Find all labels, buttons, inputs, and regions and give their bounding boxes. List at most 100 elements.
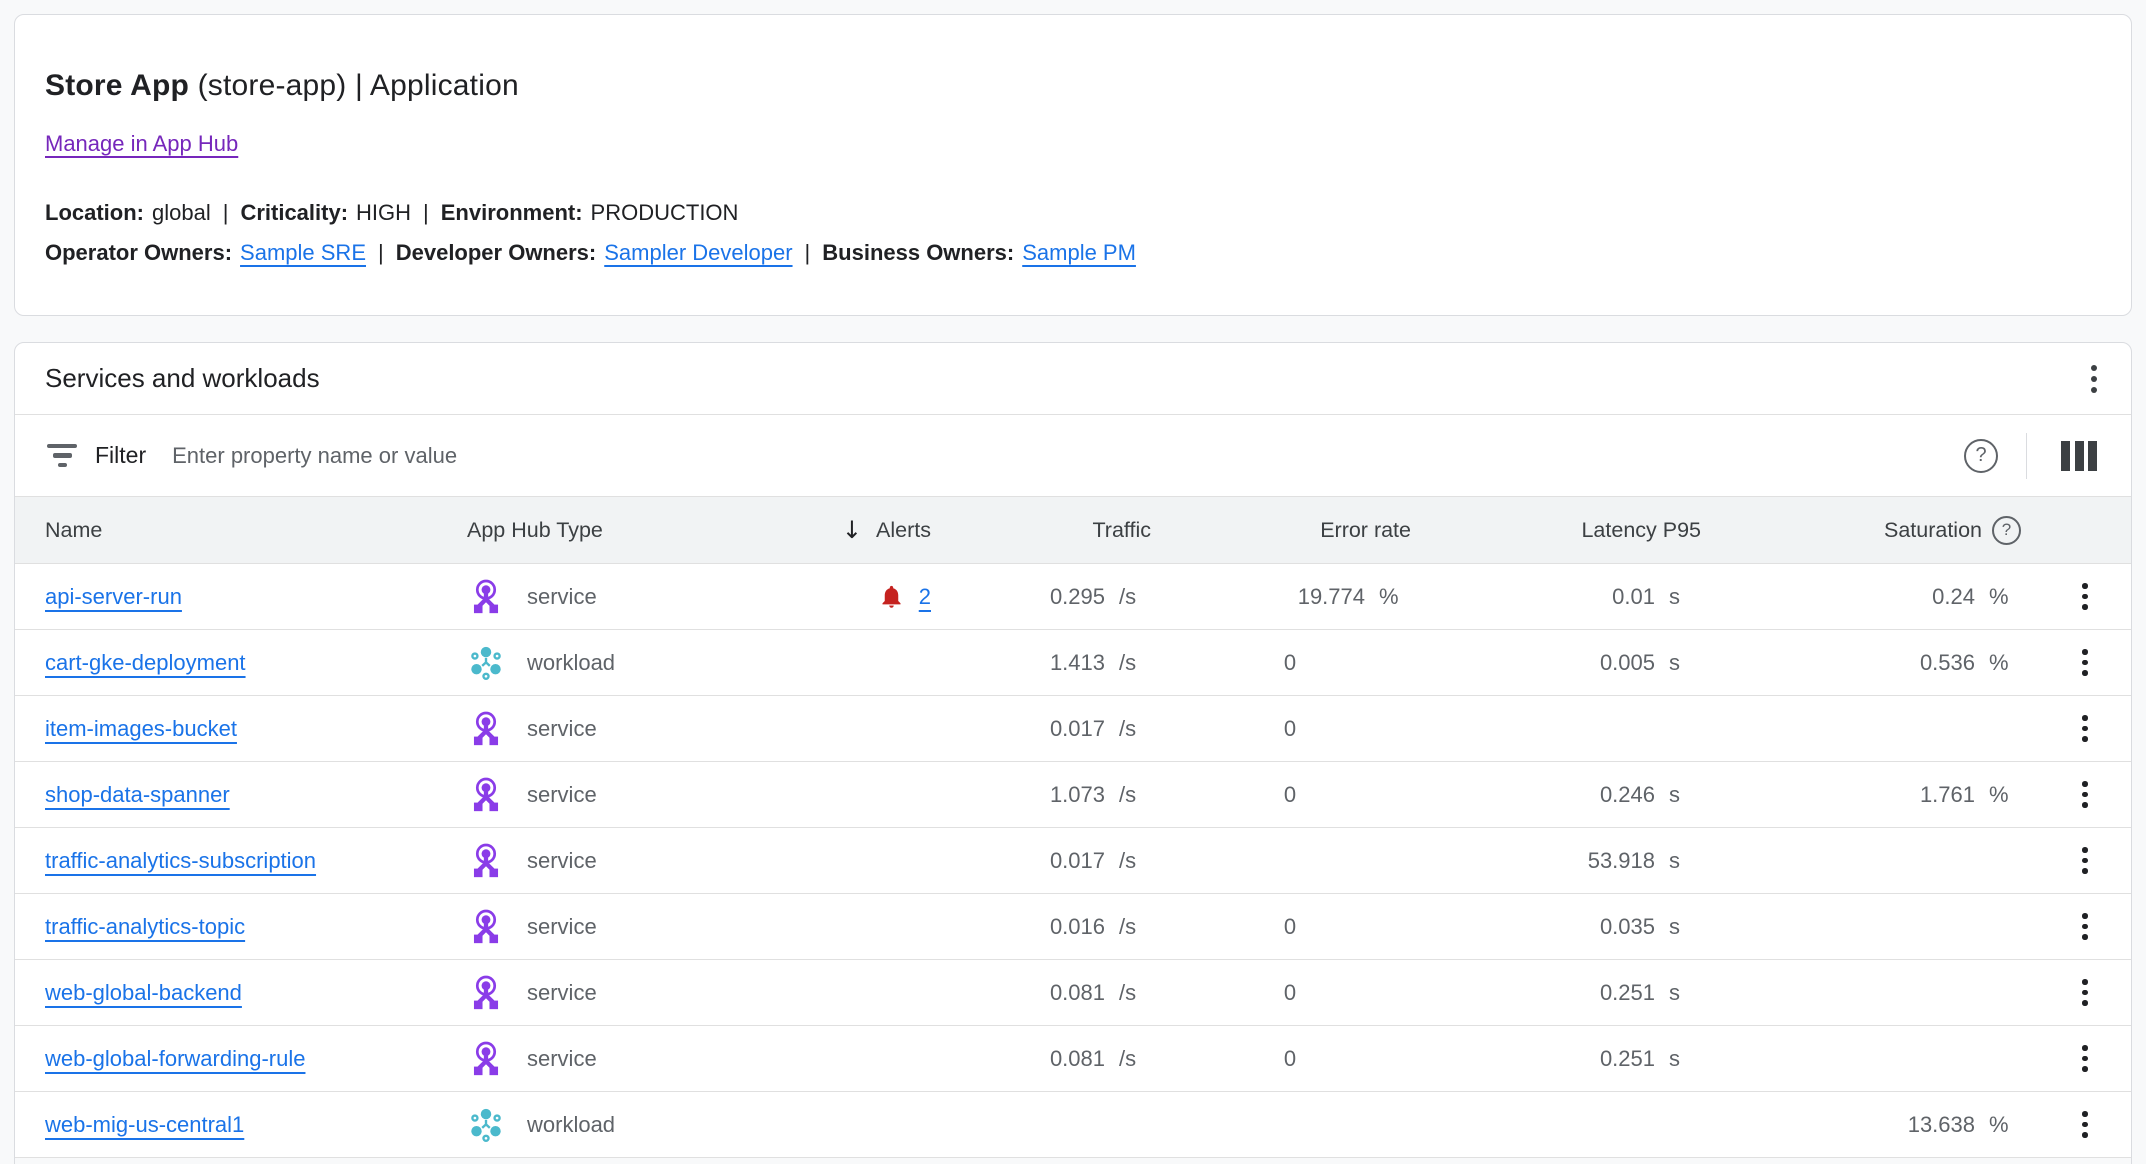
- type-label: service: [527, 782, 597, 808]
- type-label: service: [527, 980, 597, 1006]
- latency-cell: 0.246s: [1429, 782, 1719, 808]
- error-rate-cell: 0: [1169, 914, 1429, 940]
- error-rate-cell: 0: [1169, 980, 1429, 1006]
- service-name-link[interactable]: traffic-analytics-subscription: [45, 848, 316, 873]
- service-icon: [467, 842, 505, 880]
- service-icon: [467, 974, 505, 1012]
- traffic-cell: 0.017/s: [957, 848, 1169, 874]
- traffic-cell: 0.016/s: [957, 914, 1169, 940]
- filter-button[interactable]: Filter: [47, 442, 146, 469]
- column-header-saturation[interactable]: Saturation ?: [1719, 516, 2039, 545]
- error-rate-cell: 0: [1169, 716, 1429, 742]
- table-row: api-server-run service 2 0.295/s 19.774%…: [15, 563, 2131, 629]
- type-label: service: [527, 716, 597, 742]
- row-menu-button[interactable]: [2072, 573, 2098, 620]
- row-menu-button[interactable]: [2072, 1101, 2098, 1148]
- table-footer: [15, 1157, 2131, 1164]
- error-rate-cell: 19.774%: [1169, 584, 1429, 610]
- environment-label: Environment:: [441, 200, 583, 225]
- kebab-dot: [2091, 376, 2097, 382]
- saturation-cell: 1.761%: [1719, 782, 2039, 808]
- sort-descending-icon: ↓: [842, 516, 862, 544]
- saturation-cell: 13.638%: [1719, 1112, 2039, 1138]
- service-name-link[interactable]: web-global-forwarding-rule: [45, 1046, 305, 1071]
- service-name-link[interactable]: item-images-bucket: [45, 716, 237, 741]
- latency-cell: 53.918s: [1429, 848, 1719, 874]
- toolbar-divider: [2026, 433, 2027, 479]
- row-menu-button[interactable]: [2072, 639, 2098, 686]
- alert-bell-icon: [878, 583, 905, 610]
- column-display-options-button[interactable]: [2055, 435, 2103, 477]
- service-name-link[interactable]: shop-data-spanner: [45, 782, 230, 807]
- type-label: service: [527, 584, 597, 610]
- service-name-link[interactable]: cart-gke-deployment: [45, 650, 246, 675]
- service-name-link[interactable]: api-server-run: [45, 584, 182, 609]
- saturation-cell: 0.24%: [1719, 584, 2039, 610]
- row-menu-button[interactable]: [2072, 771, 2098, 818]
- service-name-link[interactable]: web-mig-us-central1: [45, 1112, 244, 1137]
- latency-cell: 0.251s: [1429, 980, 1719, 1006]
- saturation-cell: 0.536%: [1719, 650, 2039, 676]
- service-icon: [467, 908, 505, 946]
- service-name-link[interactable]: web-global-backend: [45, 980, 242, 1005]
- column-header-alerts[interactable]: ↓ Alerts: [757, 516, 957, 544]
- service-icon: [467, 578, 505, 616]
- app-info-card: Store App (store-app) | Application Mana…: [14, 14, 2132, 316]
- business-owners-label: Business Owners:: [822, 240, 1014, 265]
- separator: |: [423, 200, 429, 225]
- row-menu-button[interactable]: [2072, 1035, 2098, 1082]
- row-menu-button[interactable]: [2072, 969, 2098, 1016]
- kebab-dot: [2091, 387, 2097, 393]
- table-row: traffic-analytics-subscription service 0…: [15, 827, 2131, 893]
- page-title: Store App (store-app) | Application: [45, 69, 2101, 103]
- operator-owner-link[interactable]: Sample SRE: [240, 240, 366, 265]
- type-label: service: [527, 1046, 597, 1072]
- help-icon[interactable]: ?: [1964, 439, 1998, 473]
- filter-icon: [47, 444, 77, 468]
- developer-owner-link[interactable]: Sampler Developer: [604, 240, 792, 265]
- criticality-label: Criticality:: [240, 200, 348, 225]
- criticality-value: HIGH: [356, 200, 411, 225]
- column-header-app-hub-type[interactable]: App Hub Type: [435, 518, 757, 543]
- traffic-cell: 0.081/s: [957, 1046, 1169, 1072]
- table-header-row: Name App Hub Type ↓ Alerts Traffic Error…: [15, 497, 2131, 563]
- row-menu-button[interactable]: [2072, 705, 2098, 752]
- manage-in-app-hub-link[interactable]: Manage in App Hub: [45, 131, 238, 156]
- latency-cell: 0.01s: [1429, 584, 1719, 610]
- separator: |: [378, 240, 384, 265]
- table-row: item-images-bucket service 0.017/s 0: [15, 695, 2131, 761]
- card-menu-button[interactable]: [2081, 355, 2107, 403]
- column-header-latency-p95[interactable]: Latency P95: [1429, 518, 1719, 543]
- location-label: Location:: [45, 200, 144, 225]
- table-row: web-global-forwarding-rule service 0.081…: [15, 1025, 2131, 1091]
- error-rate-cell: 0: [1169, 1046, 1429, 1072]
- workload-icon: [467, 1106, 505, 1144]
- service-icon: [467, 710, 505, 748]
- kebab-dot: [2091, 365, 2097, 371]
- type-label: service: [527, 848, 597, 874]
- filter-input[interactable]: [172, 443, 1964, 469]
- row-menu-button[interactable]: [2072, 837, 2098, 884]
- alert-count-link[interactable]: 2: [919, 584, 931, 610]
- latency-cell: 0.035s: [1429, 914, 1719, 940]
- app-owners-line: Operator Owners:Sample SRE|Developer Own…: [45, 233, 2101, 273]
- type-label: service: [527, 914, 597, 940]
- column-header-error-rate[interactable]: Error rate: [1169, 518, 1429, 543]
- type-label: workload: [527, 1112, 615, 1138]
- column-header-traffic[interactable]: Traffic: [957, 518, 1169, 543]
- row-menu-button[interactable]: [2072, 903, 2098, 950]
- latency-cell: 0.005s: [1429, 650, 1719, 676]
- traffic-cell: 0.081/s: [957, 980, 1169, 1006]
- developer-owners-label: Developer Owners:: [396, 240, 597, 265]
- app-title-suffix: (store-app) | Application: [189, 69, 519, 102]
- service-name-link[interactable]: traffic-analytics-topic: [45, 914, 245, 939]
- column-header-name[interactable]: Name: [15, 518, 435, 543]
- separator: |: [805, 240, 811, 265]
- business-owner-link[interactable]: Sample PM: [1022, 240, 1136, 265]
- traffic-cell: 0.295/s: [957, 584, 1169, 610]
- saturation-help-icon[interactable]: ?: [1992, 516, 2021, 545]
- app-name: Store App: [45, 69, 189, 102]
- services-workloads-card: Services and workloads Filter ? Name App…: [14, 342, 2132, 1164]
- location-value: global: [152, 200, 211, 225]
- table-row: web-mig-us-central1 workload 13.638%: [15, 1091, 2131, 1157]
